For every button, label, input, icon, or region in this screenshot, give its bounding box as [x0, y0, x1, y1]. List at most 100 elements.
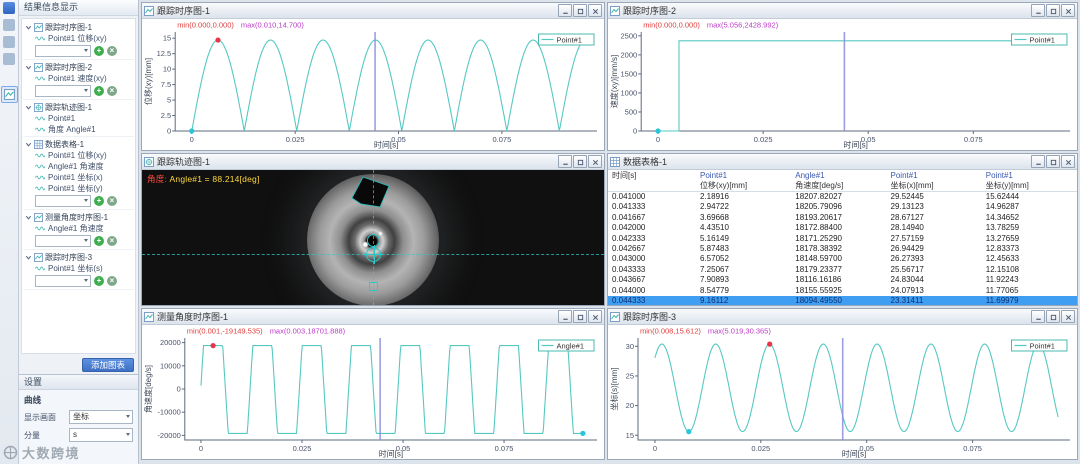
- channel-select[interactable]: [35, 195, 91, 207]
- panel-data-table: 数据表格-1 时间[s]Point#1位移(xy)[mm]Angle#1角速度[…: [607, 153, 1078, 306]
- tool-icon-3[interactable]: [3, 53, 15, 65]
- channel-select[interactable]: [35, 275, 91, 287]
- sidebar-channel[interactable]: Point#1 坐标(x): [23, 172, 134, 183]
- table-row[interactable]: 0.0423335.1614918171.2529027.5715913.276…: [608, 234, 1077, 244]
- collapse-caret-icon[interactable]: [25, 24, 32, 31]
- table-row[interactable]: 0.0433337.2506718179.2337725.5671712.151…: [608, 265, 1077, 275]
- table-row[interactable]: 0.0426675.8748318178.3839226.9442912.833…: [608, 244, 1077, 254]
- svg-text:0.075: 0.075: [495, 444, 514, 453]
- chart-canvas[interactable]: 1520253000.0250.050.075时间[s]坐标(s)[mm]min…: [608, 325, 1077, 459]
- close-button[interactable]: [588, 310, 602, 323]
- collapse-caret-icon[interactable]: [25, 104, 32, 111]
- sidebar-group-header[interactable]: 跟踪时序图-3: [23, 251, 134, 263]
- group-label: 跟踪时序图-3: [45, 252, 92, 263]
- svg-text:0: 0: [177, 385, 181, 394]
- add-channel-button[interactable]: +: [94, 196, 104, 206]
- sidebar-group-header[interactable]: 测量角度时序图-1: [23, 211, 134, 223]
- table-row[interactable]: 0.0413332.9472218205.7909629.1312314.962…: [608, 202, 1077, 212]
- sidebar-group-header[interactable]: 跟踪轨迹图-1: [23, 101, 134, 113]
- close-icon: [592, 2, 599, 20]
- sidebar-channel[interactable]: Angle#1 角速度: [23, 223, 134, 234]
- panel-header: 跟踪时序图-3: [608, 309, 1077, 325]
- minimize-button[interactable]: [1031, 310, 1045, 323]
- chart-canvas[interactable]: 02.557.51012.51500.0250.050.075时间[s]位移(x…: [142, 19, 604, 150]
- y-axis-label: 速度(xy)[mm/s]: [609, 55, 619, 108]
- collapse-caret-icon[interactable]: [25, 141, 32, 148]
- close-button[interactable]: [1061, 4, 1075, 17]
- table-row[interactable]: 0.0430006.5705218148.5970026.2739312.456…: [608, 254, 1077, 264]
- table-row[interactable]: 0.0420004.4351018172.8840028.1494013.782…: [608, 223, 1077, 233]
- add-chart-button[interactable]: 添加图表: [82, 358, 134, 373]
- channel-select[interactable]: [35, 85, 91, 97]
- minimize-button[interactable]: [558, 310, 572, 323]
- remove-channel-button[interactable]: ×: [107, 46, 117, 56]
- add-channel-button[interactable]: +: [94, 46, 104, 56]
- video-icon: [144, 157, 154, 167]
- remove-channel-button[interactable]: ×: [107, 276, 117, 286]
- sidebar-channel[interactable]: Angle#1 角速度: [23, 161, 134, 172]
- add-channel-button[interactable]: +: [94, 86, 104, 96]
- table-row-selected[interactable]: 0.0443339.1611218094.4955023.3141111.699…: [608, 296, 1077, 305]
- video-frame[interactable]: 角度: Angle#1 = 88.214[deg]: [142, 170, 604, 305]
- minimize-button[interactable]: [1031, 4, 1045, 17]
- sidebar-channel[interactable]: Point#1 坐标(y): [23, 183, 134, 194]
- chart-canvas[interactable]: -20000-100000100002000000.0250.050.075时间…: [142, 325, 604, 459]
- sidebar-group-header[interactable]: 跟踪时序图-2: [23, 61, 134, 73]
- remove-channel-button[interactable]: ×: [107, 236, 117, 246]
- sidebar-channel[interactable]: Point#1 位移(xy): [23, 33, 134, 44]
- remove-channel-button[interactable]: ×: [107, 86, 117, 96]
- maximize-button[interactable]: [573, 4, 587, 17]
- tool-icon-1[interactable]: [3, 19, 15, 31]
- minimize-button[interactable]: [1031, 155, 1045, 168]
- sidebar-channel[interactable]: Point#1: [23, 113, 134, 124]
- table-row[interactable]: 0.0410002.1891618207.8202729.5244515.624…: [608, 192, 1077, 202]
- display-frame-select[interactable]: 坐标: [69, 410, 133, 424]
- chart-icon: [144, 312, 154, 322]
- close-button[interactable]: [588, 4, 602, 17]
- svg-text:-10000: -10000: [157, 408, 180, 417]
- collapse-caret-icon[interactable]: [25, 214, 32, 221]
- maximize-button[interactable]: [573, 310, 587, 323]
- maximize-button[interactable]: [1046, 155, 1060, 168]
- close-button[interactable]: [1061, 155, 1075, 168]
- sidebar-channel[interactable]: 角度 Angle#1: [23, 124, 134, 135]
- sidebar-channel[interactable]: Point#1 坐标(s): [23, 263, 134, 274]
- collapse-caret-icon[interactable]: [25, 254, 32, 261]
- close-button[interactable]: [588, 155, 602, 168]
- table-row[interactable]: 0.0436677.9089318116.1618624.8304411.922…: [608, 275, 1077, 285]
- settings-title: 设置: [19, 375, 138, 390]
- add-channel-button[interactable]: +: [94, 276, 104, 286]
- svg-text:0.075: 0.075: [964, 135, 983, 144]
- sidebar-channel[interactable]: Point#1 速度(xy): [23, 73, 134, 84]
- maximize-button[interactable]: [1046, 4, 1060, 17]
- minimize-button[interactable]: [558, 4, 572, 17]
- collapse-caret-icon[interactable]: [25, 64, 32, 71]
- panel-title: 测量角度时序图-1: [157, 310, 555, 323]
- close-button[interactable]: [1061, 310, 1075, 323]
- tracking-point-marker[interactable]: [366, 247, 381, 262]
- panel-timeseries-1: 跟踪时序图-1 02.557.51012.51500.0250.050.075时…: [141, 2, 605, 151]
- tool-icon-2[interactable]: [3, 36, 15, 48]
- minmax-annotation: min(0.000,0.000)max(0.010,14.700): [177, 21, 304, 30]
- maximize-button[interactable]: [1046, 310, 1060, 323]
- sidebar-channel[interactable]: Point#1 位移(xy): [23, 150, 134, 161]
- sidebar-group-header[interactable]: 跟踪时序图-1: [23, 21, 134, 33]
- chart-canvas[interactable]: 0500100015002000250000.0250.050.075时间[s]…: [608, 19, 1077, 150]
- add-channel-button[interactable]: +: [94, 236, 104, 246]
- channel-select[interactable]: [35, 235, 91, 247]
- table-row[interactable]: 0.0416673.6966818193.2061728.6712714.346…: [608, 213, 1077, 223]
- results-view-icon[interactable]: [1, 86, 18, 103]
- panel-header: 跟踪时序图-1: [142, 3, 604, 19]
- panel-title: 跟踪时序图-1: [157, 4, 555, 17]
- watermark: 大数跨境: [3, 443, 80, 462]
- table-row[interactable]: 0.0440008.5477918155.5592524.0791311.770…: [608, 286, 1077, 296]
- component-select[interactable]: s: [69, 428, 133, 442]
- app-icon[interactable]: [3, 2, 15, 14]
- channel-select[interactable]: [35, 45, 91, 57]
- minimize-button[interactable]: [558, 155, 572, 168]
- tracking-square-marker[interactable]: [369, 282, 378, 291]
- remove-channel-button[interactable]: ×: [107, 196, 117, 206]
- svg-text:0: 0: [167, 127, 171, 136]
- maximize-button[interactable]: [573, 155, 587, 168]
- sidebar-group-header[interactable]: 数据表格-1: [23, 138, 134, 150]
